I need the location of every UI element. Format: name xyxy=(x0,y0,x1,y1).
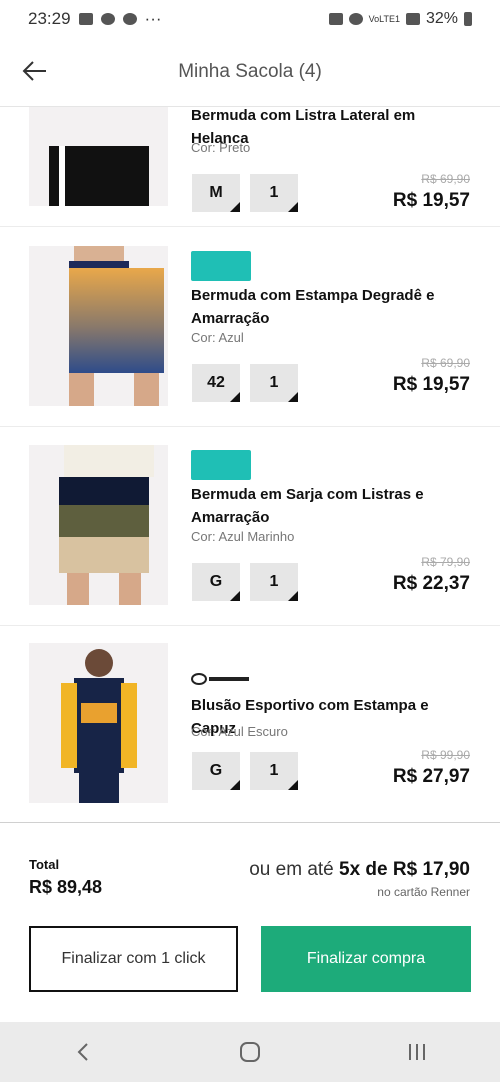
product-name[interactable]: Bermuda em Sarja com Listras e Amarração xyxy=(191,483,461,529)
quantity-selector[interactable]: 1 xyxy=(250,563,298,601)
old-price: R$ 69,90 xyxy=(421,356,470,370)
size-selector[interactable]: G xyxy=(192,752,240,790)
current-price: R$ 19,57 xyxy=(392,374,470,395)
quantity-selector[interactable]: 1 xyxy=(250,752,298,790)
total-label: Total xyxy=(29,857,60,872)
size-value: 42 xyxy=(207,374,225,391)
product-color: Cor: Preto xyxy=(191,140,251,155)
signal-icon xyxy=(405,13,420,25)
volte-label: VoLTE1 xyxy=(368,14,400,24)
checkout-button[interactable]: Finalizar compra xyxy=(261,926,471,992)
system-nav-bar xyxy=(0,1022,500,1082)
nav-home-icon[interactable] xyxy=(230,1032,270,1072)
product-color: Cor: Azul xyxy=(191,330,244,345)
more-notifications-icon: ··· xyxy=(144,9,162,28)
current-price: R$ 19,57 xyxy=(392,190,470,211)
cloud-icon xyxy=(122,13,137,25)
cart-item[interactable]: Bermuda com Listra Lateral em Helanca Co… xyxy=(0,106,500,227)
gallery-icon xyxy=(78,13,93,25)
brand-logo-ripping xyxy=(191,251,251,281)
cart-item[interactable]: Bermuda com Estampa Degradê e Amarração … xyxy=(0,226,500,427)
total-value: R$ 89,48 xyxy=(29,877,103,897)
size-selector[interactable]: G xyxy=(192,563,240,601)
old-price: R$ 69,90 xyxy=(421,172,470,186)
wifi-icon xyxy=(348,13,363,25)
size-selector[interactable]: 42 xyxy=(192,364,240,402)
quantity-selector[interactable]: 1 xyxy=(250,174,298,212)
quantity-value: 1 xyxy=(269,374,279,391)
back-arrow-icon[interactable] xyxy=(20,56,50,86)
battery-icon xyxy=(464,12,472,26)
battery-percent: 32% xyxy=(425,10,458,27)
cart-item[interactable]: Bermuda em Sarja com Listras e Amarração… xyxy=(0,425,500,626)
size-selector[interactable]: M xyxy=(192,174,240,212)
product-image[interactable] xyxy=(29,445,168,605)
page-title: Minha Sacola (4) xyxy=(178,61,322,82)
size-value: G xyxy=(209,762,223,779)
old-price: R$ 99,90 xyxy=(421,748,470,762)
brand-logo-getover xyxy=(191,673,249,685)
old-price: R$ 79,90 xyxy=(421,555,470,569)
installments-value: 5x de R$ 17,90 xyxy=(339,859,470,880)
product-name[interactable]: Bermuda com Estampa Degradê e Amarração xyxy=(191,284,461,330)
quantity-value: 1 xyxy=(269,762,279,779)
size-value: G xyxy=(209,573,223,590)
status-bar: 23:29 ··· VoLTE1 32% xyxy=(0,0,500,38)
quantity-value: 1 xyxy=(269,573,279,590)
product-color: Cor: Azul Marinho xyxy=(191,529,295,544)
size-value: M xyxy=(209,184,223,201)
app-header: Minha Sacola (4) xyxy=(0,38,500,107)
order-summary: Total R$ 89,48 ou em até 5x de R$ 17,90 … xyxy=(0,822,500,1023)
product-color: Cor: Azul Escuro xyxy=(191,724,288,739)
installments-card: no cartão Renner xyxy=(377,885,470,899)
twitter-icon xyxy=(100,13,115,25)
installments-text: ou em até 5x de R$ 17,90 xyxy=(249,859,470,881)
product-image[interactable] xyxy=(29,106,168,206)
brand-logo-ripping xyxy=(191,450,251,480)
nav-back-icon[interactable] xyxy=(63,1032,103,1072)
cart-list[interactable]: Bermuda com Listra Lateral em Helanca Co… xyxy=(0,106,500,822)
status-time: 23:29 xyxy=(28,9,71,28)
product-image[interactable] xyxy=(29,246,168,406)
installments-prefix: ou em até xyxy=(249,859,334,880)
current-price: R$ 27,97 xyxy=(392,766,470,787)
cart-item[interactable]: Blusão Esportivo com Estampa e Capuz Cor… xyxy=(0,624,500,822)
current-price: R$ 22,37 xyxy=(392,573,470,594)
product-image[interactable] xyxy=(29,643,168,803)
nav-recents-icon[interactable] xyxy=(397,1032,437,1072)
quantity-value: 1 xyxy=(269,184,279,201)
mute-icon xyxy=(328,13,343,25)
quantity-selector[interactable]: 1 xyxy=(250,364,298,402)
one-click-checkout-button[interactable]: Finalizar com 1 click xyxy=(29,926,238,992)
